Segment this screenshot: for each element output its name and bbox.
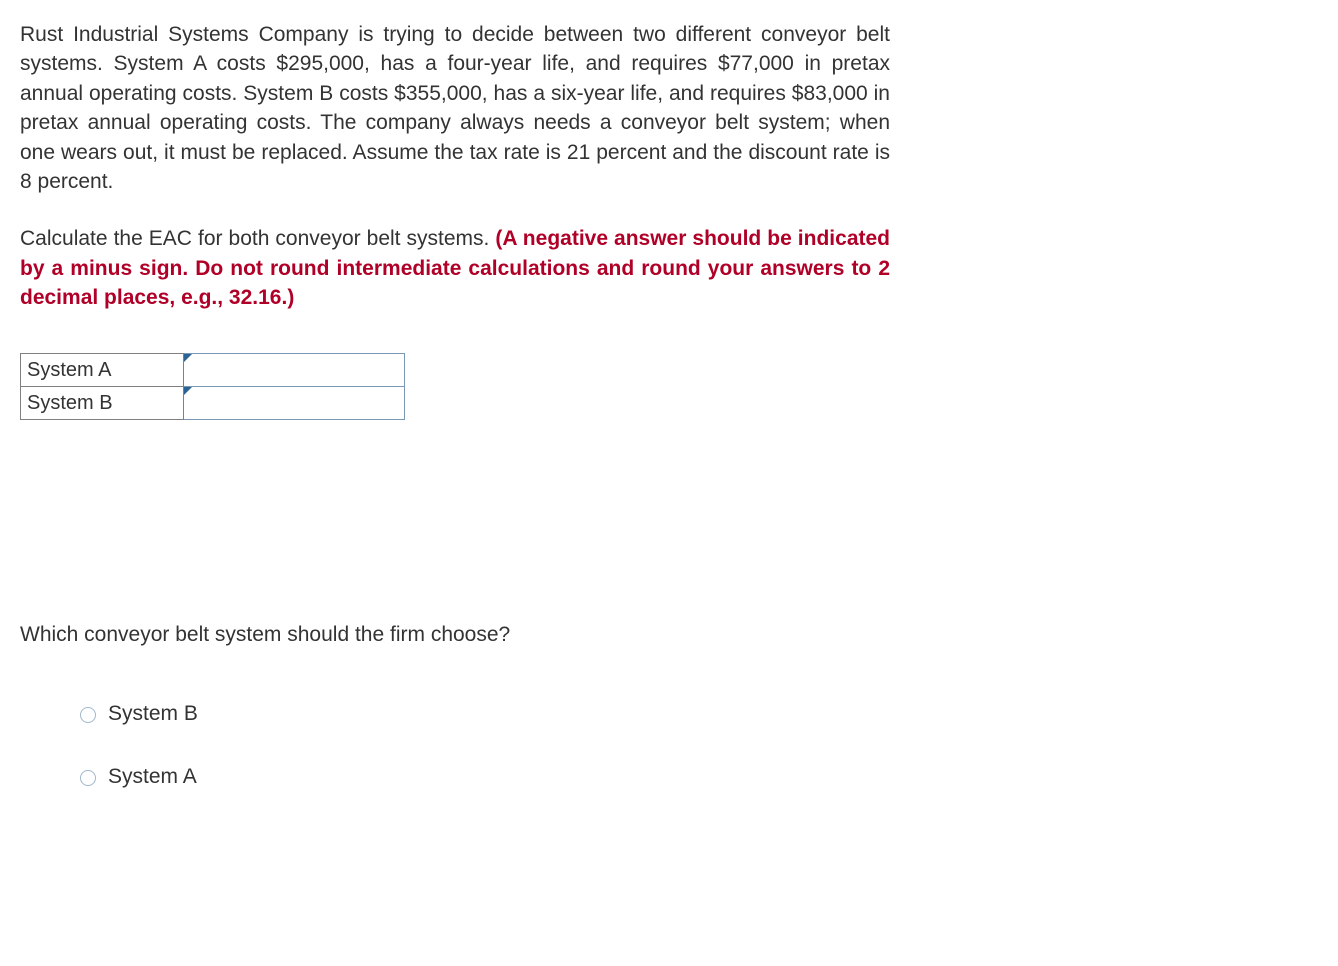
- radio-circle-icon[interactable]: [80, 707, 96, 723]
- radio-label: System B: [108, 699, 198, 728]
- system-b-label: System B: [21, 386, 184, 419]
- problem-paragraph: Rust Industrial Systems Company is tryin…: [20, 20, 890, 196]
- system-a-label: System A: [21, 353, 184, 386]
- table-row: System A: [21, 353, 405, 386]
- system-b-input-cell: [184, 386, 405, 419]
- system-a-input-cell: [184, 353, 405, 386]
- radio-option-system-b[interactable]: System B: [80, 699, 1318, 728]
- question-which-system: Which conveyor belt system should the fi…: [20, 620, 890, 649]
- instruction-paragraph: Calculate the EAC for both conveyor belt…: [20, 224, 890, 312]
- radio-label: System A: [108, 762, 197, 791]
- radio-options-group: System B System A: [20, 699, 1318, 792]
- radio-option-system-a[interactable]: System A: [80, 762, 1318, 791]
- system-b-input[interactable]: [184, 387, 404, 419]
- radio-circle-icon[interactable]: [80, 770, 96, 786]
- table-row: System B: [21, 386, 405, 419]
- instruction-prefix: Calculate the EAC for both conveyor belt…: [20, 227, 495, 250]
- system-a-input[interactable]: [184, 354, 404, 386]
- eac-answer-table: System A System B: [20, 353, 405, 420]
